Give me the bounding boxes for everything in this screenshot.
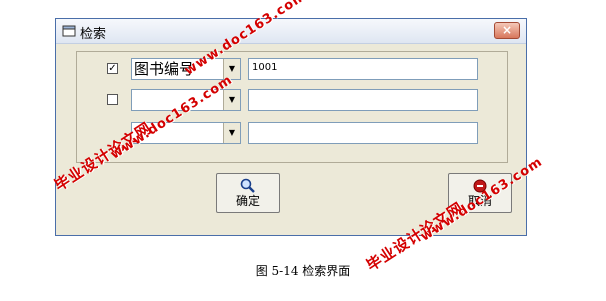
window-title: 检索 (80, 27, 107, 42)
row-checkbox[interactable]: ✓ (107, 63, 118, 74)
criteria-row: ▼ (77, 89, 509, 111)
close-icon: × (501, 23, 513, 37)
figure-caption: 图 5-14 检索界面 (255, 264, 351, 278)
value-input[interactable] (248, 89, 478, 111)
value-input[interactable]: 1001 (248, 58, 478, 80)
magnifier-icon (240, 178, 255, 193)
value-input[interactable] (248, 122, 478, 144)
confirm-label: 确定 (235, 194, 260, 208)
confirm-button[interactable]: 确定 (216, 173, 280, 213)
window-icon (62, 25, 76, 37)
criteria-row: ✓ 图书编号 ▼ 1001 (77, 58, 509, 80)
dropdown-arrow-icon[interactable]: ▼ (223, 123, 240, 143)
title-bar: 检索 × (56, 19, 526, 44)
dropdown-arrow-icon[interactable]: ▼ (223, 90, 240, 110)
close-button[interactable]: × (494, 22, 520, 39)
row-checkbox[interactable] (107, 94, 118, 105)
